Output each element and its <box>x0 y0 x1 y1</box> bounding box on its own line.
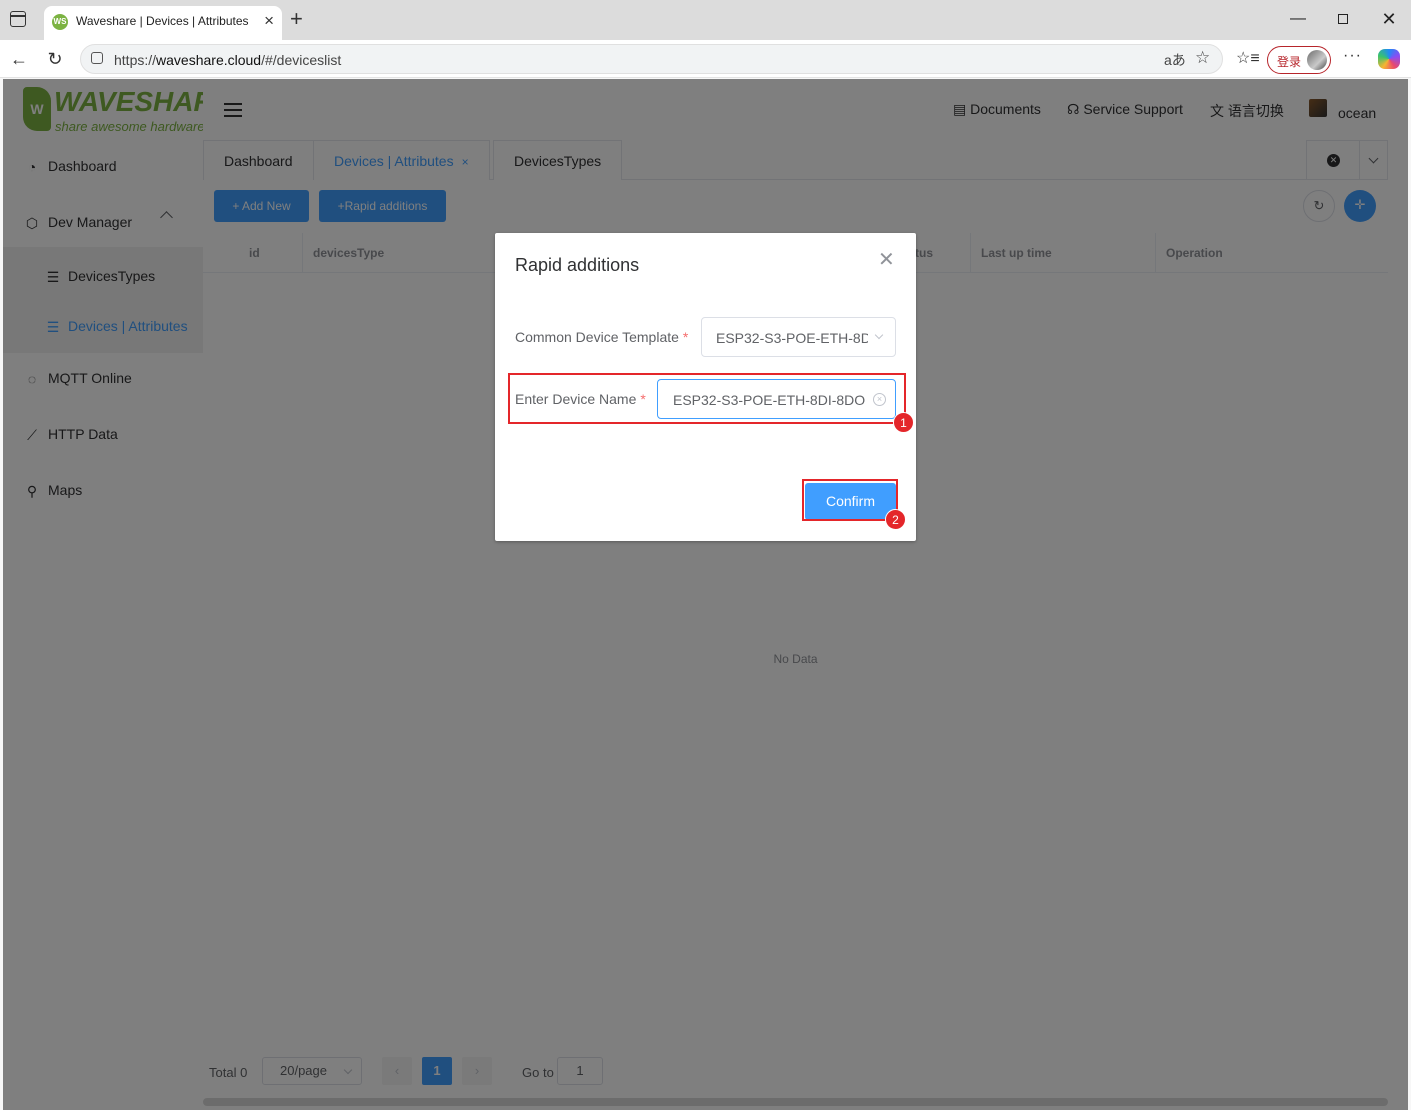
step-badge-2: 2 <box>885 509 906 530</box>
site-info-icon[interactable] <box>91 52 103 64</box>
reload-icon[interactable]: ↻ <box>42 46 68 72</box>
tab-actions-icon[interactable] <box>10 11 26 27</box>
url-text: https://waveshare.cloud/#/deviceslist <box>114 52 342 68</box>
waveshare-favicon-icon: WS <box>52 14 68 30</box>
maximize-icon[interactable] <box>1328 6 1358 32</box>
favorite-star-icon[interactable]: ☆ <box>1195 48 1210 68</box>
login-button[interactable]: 登录 <box>1267 46 1331 74</box>
login-label: 登录 <box>1277 55 1302 69</box>
favorites-icon[interactable]: ☆≡ <box>1236 48 1260 68</box>
template-select[interactable]: ESP32-S3-POE-ETH-8DI-8DO <box>701 317 896 357</box>
more-icon[interactable]: ··· <box>1343 47 1362 65</box>
step-badge-1: 1 <box>893 412 914 433</box>
browser-tab-bar: WS Waveshare | Devices | Attributes × + … <box>0 0 1411 40</box>
url-input[interactable]: https://waveshare.cloud/#/deviceslist aあ… <box>80 44 1223 74</box>
dialog-title: Rapid additions <box>515 255 640 275</box>
profile-avatar <box>1307 50 1327 70</box>
close-icon[interactable]: ✕ <box>878 249 895 271</box>
tab-title: Waveshare | Devices | Attributes <box>76 14 249 28</box>
new-tab-icon[interactable]: + <box>290 6 303 32</box>
template-value: ESP32-S3-POE-ETH-8DI-8DO <box>716 330 868 346</box>
back-icon[interactable]: ← <box>6 46 32 72</box>
copilot-icon[interactable] <box>1378 49 1400 69</box>
template-label: Common Device Template * <box>515 329 689 345</box>
address-bar: ← ↻ https://waveshare.cloud/#/deviceslis… <box>0 40 1411 78</box>
window-close-icon[interactable]: ✕ <box>1374 6 1404 32</box>
chevron-down-icon <box>874 330 884 340</box>
minimize-icon[interactable]: — <box>1283 6 1313 32</box>
read-aloud-icon[interactable]: aあ <box>1164 50 1186 70</box>
tab-close-icon[interactable]: × <box>264 11 274 31</box>
highlight-confirm <box>802 479 898 521</box>
browser-tab[interactable]: WS Waveshare | Devices | Attributes × <box>44 6 282 40</box>
highlight-device-name <box>508 373 906 424</box>
